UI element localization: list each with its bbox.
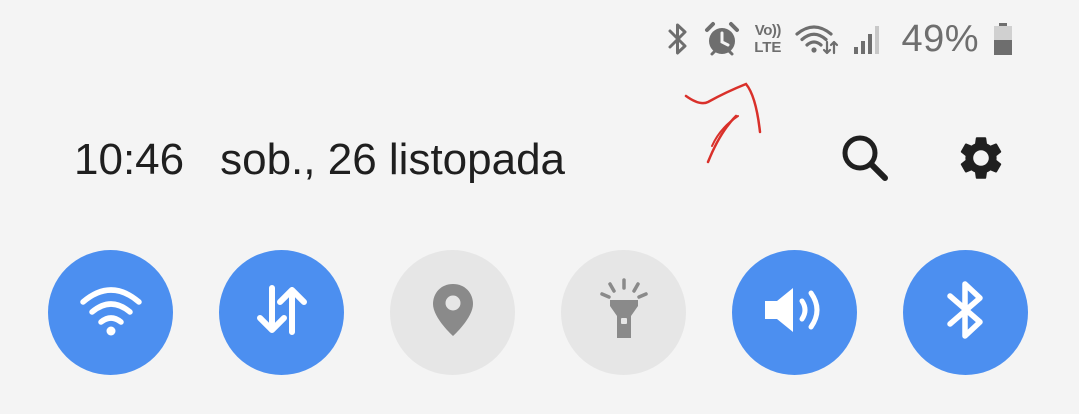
wifi-icon [79,282,143,343]
search-icon [837,130,893,191]
speaker-icon [761,282,829,343]
gear-icon [955,132,1007,189]
bluetooth-tile[interactable] [903,250,1028,375]
alarm-icon [704,21,740,57]
volte-bottom-label: LTE [754,39,782,56]
status-bar: Vo)) LTE 49% [666,14,1013,64]
date-label: sob., 26 listopada [220,135,566,184]
mobile-data-tile[interactable] [219,250,344,375]
quick-settings-tiles [48,250,1028,375]
volte-icon: Vo)) LTE [754,23,781,55]
header-actions [837,128,1009,192]
clock-time: 10:46 [74,135,185,184]
sound-tile[interactable] [732,250,857,375]
location-tile[interactable] [390,250,515,375]
signal-icon [853,23,883,55]
flashlight-tile[interactable] [561,250,686,375]
search-button[interactable] [837,132,893,188]
battery-icon [993,22,1013,56]
annotation-arrow [676,76,776,181]
flashlight-icon [598,278,650,347]
date-time-row: 10:46 sob., 26 listopada [74,128,565,192]
data-arrows-icon [252,280,312,345]
volte-top-label: Vo)) [754,22,782,39]
bluetooth-icon [944,279,988,346]
location-pin-icon [431,282,475,343]
wifi-tile[interactable] [48,250,173,375]
wifi-data-icon [795,22,839,56]
bluetooth-status-icon [666,22,690,56]
settings-button[interactable] [953,132,1009,188]
battery-percent: 49% [901,17,979,60]
